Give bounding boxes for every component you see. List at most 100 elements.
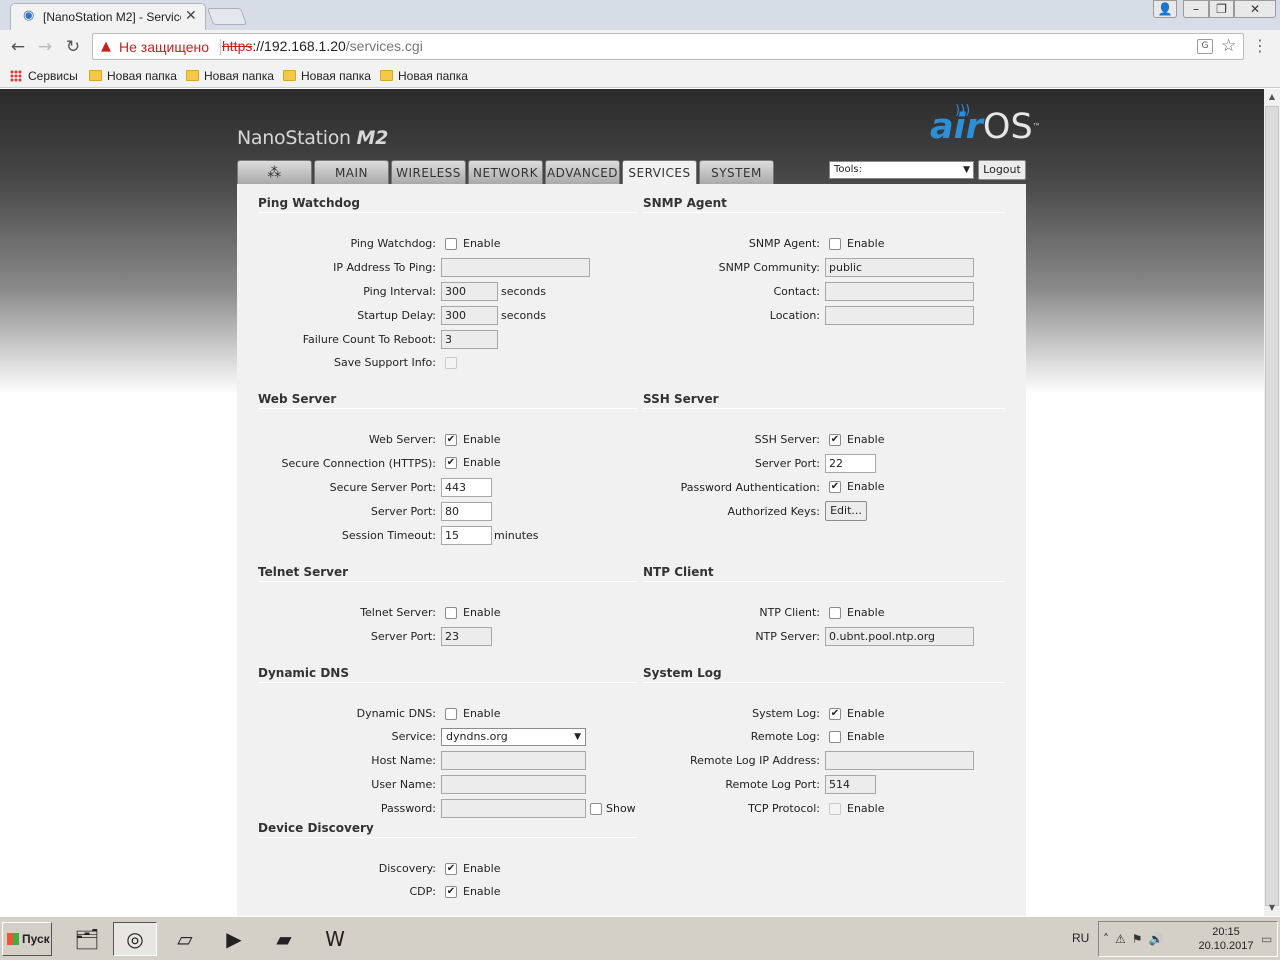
- syslog-checkbox[interactable]: ✔: [829, 708, 841, 720]
- back-arrow-icon[interactable]: ←: [7, 36, 29, 58]
- page-scrollbar[interactable]: ▲ ▼: [1264, 89, 1280, 916]
- tray-icons[interactable]: ˄⚠⚑🔊: [1103, 932, 1169, 946]
- telnet-port-input[interactable]: 23: [441, 627, 492, 646]
- discovery-checkbox[interactable]: ✔: [445, 863, 457, 875]
- save-support-checkbox[interactable]: [445, 357, 457, 369]
- dropdown-arrow-icon: ▼: [574, 732, 581, 742]
- restore-icon[interactable]: ❐: [1209, 0, 1234, 18]
- media-player-icon[interactable]: ▶: [212, 922, 256, 956]
- bookmark-folder[interactable]: Новая папка: [89, 68, 177, 84]
- ntp-server-input[interactable]: 0.ubnt.pool.ntp.org: [825, 627, 974, 646]
- ubnt-logo-icon: ⁂: [267, 165, 282, 181]
- insecure-label[interactable]: Не защищено: [119, 39, 209, 55]
- secure-port-label: Secure Server Port:: [329, 481, 436, 494]
- show-desktop-icon[interactable]: ▭: [1261, 932, 1272, 946]
- ddns-password-input[interactable]: [441, 799, 586, 818]
- scroll-down-icon[interactable]: ▼: [1264, 900, 1280, 916]
- ntp-client-checkbox[interactable]: [829, 607, 841, 619]
- https-enable-text: Enable: [463, 456, 501, 469]
- remote-log-ip-input[interactable]: [825, 751, 974, 770]
- explorer-icon[interactable]: 🗂: [65, 922, 109, 956]
- notepad-icon[interactable]: ▱: [163, 922, 207, 956]
- telnet-server-checkbox[interactable]: [445, 607, 457, 619]
- translate-icon[interactable]: G: [1197, 39, 1213, 54]
- ping-ip-input[interactable]: [441, 258, 590, 277]
- https-checkbox[interactable]: ✔: [445, 457, 457, 469]
- new-tab-button[interactable]: [206, 8, 248, 25]
- session-timeout-input[interactable]: 15: [441, 526, 492, 545]
- failure-count-input[interactable]: 3: [441, 330, 498, 349]
- snmp-community-label: SNMP Community:: [718, 261, 820, 274]
- remote-log-label: Remote Log:: [750, 730, 820, 743]
- bookmark-star-icon[interactable]: ☆: [1221, 36, 1236, 56]
- ddns-service-select[interactable]: dyndns.org ▼: [441, 728, 586, 746]
- clock[interactable]: 20:15 20.10.2017: [1196, 925, 1256, 953]
- scroll-thumb[interactable]: [1265, 106, 1279, 906]
- snmp-community-input[interactable]: public: [825, 258, 974, 277]
- url-text[interactable]: https://192.168.1.20/services.cgi: [222, 38, 423, 54]
- section-divider: [643, 581, 1005, 582]
- secure-port-input[interactable]: 443: [441, 478, 492, 497]
- start-button[interactable]: Пуск: [2, 922, 52, 956]
- warning-icon[interactable]: ▲: [101, 39, 111, 54]
- tab-ubnt-logo[interactable]: ⁂: [237, 160, 312, 184]
- browser-tab[interactable]: ◉ [NanoStation M2] - Services ✕: [10, 3, 206, 30]
- tools-dropdown[interactable]: Tools: ▼: [829, 161, 974, 179]
- startup-delay-input[interactable]: 300: [441, 306, 498, 325]
- remote-log-port-input[interactable]: 514: [825, 775, 876, 794]
- snmp-contact-label: Contact:: [773, 285, 820, 298]
- ping-watchdog-checkbox[interactable]: [445, 238, 457, 250]
- tab-system[interactable]: SYSTEM: [699, 160, 774, 184]
- tab-main[interactable]: MAIN: [314, 160, 389, 184]
- taskbar: Пуск 🗂 ◎ ▱ ▶ ▰ W RU ˄⚠⚑🔊 20:15 20.10.2017…: [0, 916, 1280, 960]
- ssh-port-input[interactable]: 22: [825, 454, 876, 473]
- telnet-server-label: Telnet Server:: [360, 606, 436, 619]
- product-name: NanoStation M2: [237, 127, 388, 149]
- user-icon[interactable]: 👤: [1153, 0, 1177, 18]
- ddns-user-label: User Name:: [371, 778, 436, 791]
- minimize-icon[interactable]: –: [1183, 0, 1209, 18]
- tab-services[interactable]: SERVICES: [622, 160, 697, 185]
- edit-keys-button[interactable]: Edit...: [825, 501, 867, 521]
- snmp-agent-checkbox[interactable]: [829, 238, 841, 250]
- ddns-host-input[interactable]: [441, 751, 586, 770]
- chrome-icon[interactable]: ◎: [113, 922, 157, 956]
- logout-button[interactable]: Logout: [978, 160, 1026, 180]
- close-window-icon[interactable]: ✕: [1234, 0, 1276, 18]
- section-divider: [643, 682, 1005, 683]
- tab-advanced[interactable]: ADVANCED: [545, 160, 620, 184]
- password-auth-checkbox[interactable]: ✔: [829, 481, 841, 493]
- folder-icon: [89, 70, 102, 81]
- ddns-checkbox[interactable]: [445, 708, 457, 720]
- language-indicator[interactable]: RU: [1072, 931, 1089, 945]
- address-bar[interactable]: ▲ Не защищено https://192.168.1.20/servi…: [92, 33, 1244, 60]
- bookmark-folder[interactable]: Новая папка: [186, 68, 274, 84]
- tab-close-icon[interactable]: ✕: [185, 7, 197, 25]
- reload-icon[interactable]: ↻: [62, 36, 84, 58]
- bookmark-folder[interactable]: Новая папка: [380, 68, 468, 84]
- scroll-up-icon[interactable]: ▲: [1264, 89, 1280, 105]
- cdp-checkbox[interactable]: ✔: [445, 886, 457, 898]
- bookmark-folder[interactable]: Новая папка: [283, 68, 371, 84]
- web-port-input[interactable]: 80: [441, 502, 492, 521]
- tab-network[interactable]: NETWORK: [468, 160, 543, 184]
- section-title-ntp: NTP Client: [643, 565, 714, 579]
- tab-wireless[interactable]: WIRELESS: [391, 160, 466, 184]
- logo-tm: ™: [1032, 122, 1041, 131]
- editor-icon[interactable]: ▰: [262, 922, 306, 956]
- word-icon[interactable]: W: [313, 922, 357, 956]
- show-password-checkbox[interactable]: [590, 803, 602, 815]
- apps-grid-icon: [10, 70, 22, 82]
- tcp-protocol-checkbox[interactable]: [829, 803, 841, 815]
- menu-dots-icon[interactable]: ⋮: [1252, 37, 1268, 55]
- snmp-contact-input[interactable]: [825, 282, 974, 301]
- forward-arrow-icon[interactable]: →: [34, 36, 56, 58]
- remote-log-checkbox[interactable]: [829, 731, 841, 743]
- web-server-checkbox[interactable]: ✔: [445, 434, 457, 446]
- snmp-location-input[interactable]: [825, 306, 974, 325]
- bookmark-apps[interactable]: Сервисы: [10, 68, 78, 84]
- ping-interval-input[interactable]: 300: [441, 282, 498, 301]
- session-timeout-unit: minutes: [494, 529, 539, 542]
- ddns-user-input[interactable]: [441, 775, 586, 794]
- ssh-server-checkbox[interactable]: ✔: [829, 434, 841, 446]
